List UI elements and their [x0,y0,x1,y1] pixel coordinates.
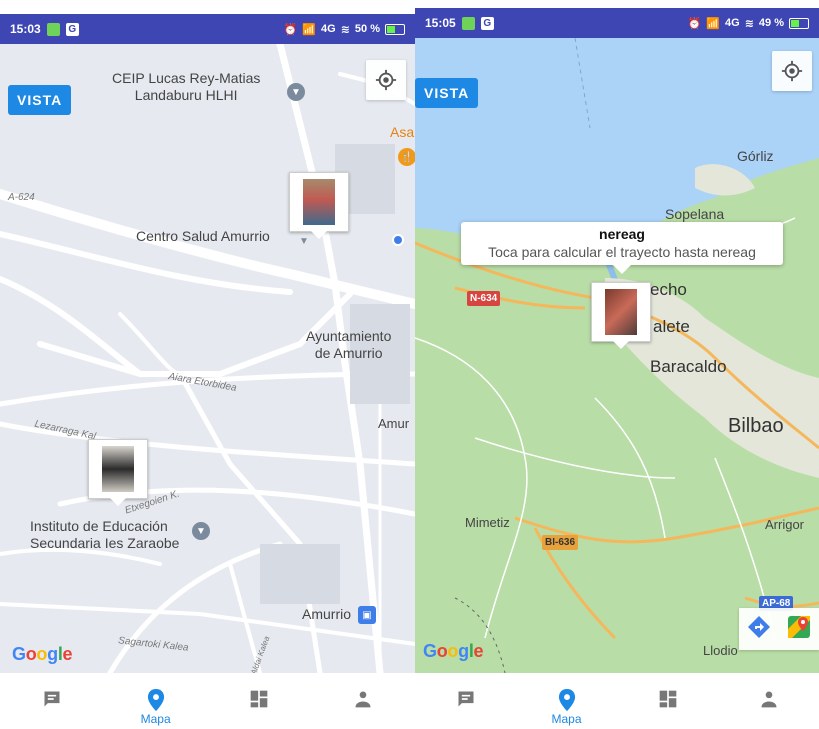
person-icon [355,691,371,708]
directions-icon [748,615,770,638]
map-view[interactable]: CEIP Lucas Rey-Matias Landaburu HLHI ▼ A… [0,44,415,676]
nav-item-profile[interactable] [333,689,393,709]
vista-button[interactable]: VISTA [415,78,479,108]
road-shield-n634: N-634 [467,291,501,306]
wifi-icon: ≋ [744,17,754,30]
open-in-maps-button[interactable] [787,615,811,644]
info-window-subtitle: Toca para calcular el trayecto hasta ner… [488,244,756,260]
crosshair-icon [781,60,803,82]
dashboard-icon [251,690,268,708]
photo-thumbnail [102,446,134,492]
alarm-icon: ⏰ [687,17,702,30]
nav-item-messages[interactable] [436,689,496,709]
status-bar: 15:05 G ⏰ 📶 4G ≋ 49 % [415,8,819,38]
my-location-button[interactable] [366,60,406,100]
map-label-echo: echo [650,280,687,299]
google-logo: Google [423,641,484,661]
battery-percent: 49 % [758,17,784,29]
battery-icon [385,23,405,35]
school-poi-icon[interactable]: ▼ [287,83,305,101]
nav-item-profile[interactable] [739,689,799,709]
map-label-instituto: Instituto de Educación Secundaria Ies Za… [30,518,180,551]
nav-item-dashboard[interactable] [638,689,698,709]
chat-icon [458,691,473,707]
nav-item-dashboard[interactable] [229,689,289,709]
map-label-sopelana: Sopelana [665,206,725,222]
alarm-icon: ⏰ [283,23,298,36]
map-label-ayuntamiento: Ayuntamiento de Amurrio [306,328,392,361]
status-bar: 15:03 G ⏰ 📶 4G ≋ 50 % [0,14,415,44]
nav-item-map[interactable]: Mapa [537,689,597,726]
map-label-arrigorriaga: Arrigor [765,517,805,532]
info-window-title: nereag [599,226,645,242]
map-terrain [415,38,819,673]
vista-button[interactable]: VISTA [8,85,72,115]
map-label-baracaldo: Baracaldo [650,357,727,376]
status-time: 15:03 [10,22,41,36]
signal-icon: 📶 [302,23,317,36]
bottom-navigation: Mapa [0,673,415,729]
map-label-mimetiz: Mimetiz [465,515,510,530]
map-label-amur: Amur [378,416,410,431]
map-label-llodio: Llodio [703,643,738,658]
battery-percent: 50 % [354,23,380,35]
person-icon [761,691,776,708]
chat-icon [44,691,60,707]
map-toolbar [739,608,819,650]
directions-button[interactable] [747,615,771,644]
google-notification-icon: G [65,22,79,36]
right-phone-screen: 15:05 G ⏰ 📶 4G ≋ 49 % Górliz Sopelana ec… [415,0,819,729]
crosshair-icon [375,69,397,91]
dashboard-icon [659,690,676,708]
status-time: 15:05 [425,16,456,30]
photo-thumbnail [605,289,637,335]
map-label-school1: CEIP Lucas Rey-Matias Landaburu HLHI [112,70,261,103]
map-label-centro-salud: Centro Salud Amurrio [136,228,270,244]
wifi-icon: ≋ [340,23,350,36]
nav-item-map[interactable]: Mapa [126,689,186,726]
notification-icon [46,22,60,36]
battery-icon [789,17,809,29]
my-location-button[interactable] [772,51,812,91]
bottom-navigation: Mapa [415,673,819,729]
restaurant-poi-icon[interactable]: 🍴 [398,148,415,166]
photo-marker-nereag[interactable] [591,282,651,349]
google-maps-icon [788,615,810,638]
network-type: 4G [321,23,336,35]
school-poi-icon-2[interactable]: ▼ [192,522,210,540]
map-view[interactable]: Górliz Sopelana echo alete Baracaldo Bil… [415,38,819,673]
map-label-gorliz: Górliz [737,148,774,164]
photo-marker-2[interactable] [88,439,148,506]
network-type: 4G [725,17,740,29]
nav-item-messages[interactable] [22,689,82,709]
signal-icon: 📶 [706,17,721,30]
google-logo: Google [12,644,73,664]
my-location-dot [392,234,404,246]
road-shield-bi636: BI-636 [542,535,579,550]
left-phone-screen: 15:03 G ⏰ 📶 4G ≋ 50 % CEIP Lucas Rey-Mat… [0,0,415,729]
photo-marker-1[interactable] [289,172,349,239]
marker-info-window[interactable]: nereag Toca para calcular el trayecto ha… [461,222,783,274]
google-notification-icon: G [480,16,494,30]
train-station-icon[interactable]: ▣ [358,606,376,624]
notification-icon [461,16,475,30]
map-label-bilbao: Bilbao [728,415,784,437]
map-pin-icon [147,689,164,711]
map-pin-icon [558,689,575,711]
map-label-alete: alete [653,317,690,336]
map-label-road-a624: A-624 [8,192,35,203]
map-label-amurrio-station: Amurrio [302,606,352,622]
map-label-asa: Asa [390,124,415,140]
photo-thumbnail [303,179,335,225]
